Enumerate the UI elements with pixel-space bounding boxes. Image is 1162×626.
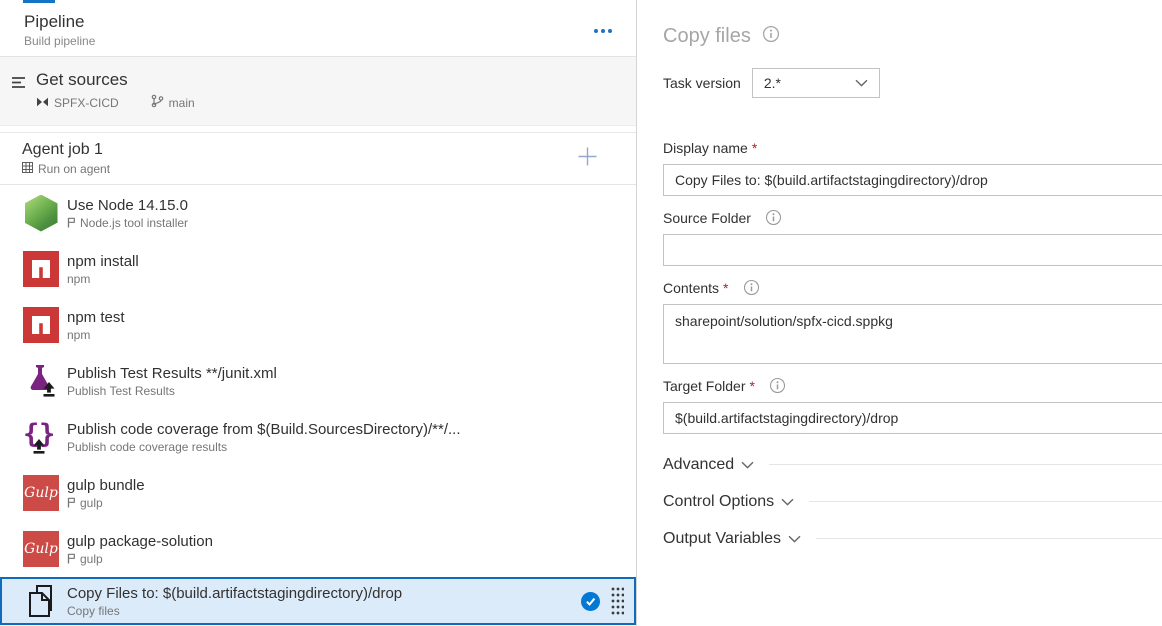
section-divider bbox=[809, 501, 1162, 502]
task-version-value: 2.* bbox=[764, 75, 781, 91]
task-row-npm-test[interactable]: npm test npm bbox=[0, 297, 636, 353]
display-name-label: Display name bbox=[663, 140, 748, 156]
flag-icon bbox=[67, 553, 76, 564]
pipeline-title: Pipeline bbox=[24, 12, 636, 32]
task-row-copy-files[interactable]: Copy Files to: $(build.artifactstagingdi… bbox=[0, 577, 636, 625]
agent-job-subtitle: Run on agent bbox=[38, 162, 110, 176]
pipeline-header: Pipeline Build pipeline bbox=[0, 0, 636, 57]
more-options-button[interactable] bbox=[592, 27, 614, 35]
add-task-button[interactable] bbox=[575, 144, 600, 174]
source-folder-label: Source Folder bbox=[663, 210, 751, 226]
pipeline-subtitle: Build pipeline bbox=[24, 34, 636, 48]
drag-handle[interactable] bbox=[611, 587, 624, 615]
selected-check-icon[interactable] bbox=[581, 592, 600, 611]
code-coverage-icon: {} bbox=[22, 417, 60, 457]
task-row-use-node[interactable]: Use Node 14.15.0 Node.js tool installer bbox=[0, 185, 636, 241]
task-subtitle: gulp bbox=[80, 552, 103, 566]
branch-icon bbox=[151, 94, 164, 111]
section-divider bbox=[816, 538, 1162, 539]
task-title: npm test bbox=[67, 309, 125, 326]
task-row-npm-install[interactable]: npm install npm bbox=[0, 241, 636, 297]
task-row-gulp-bundle[interactable]: Gulp gulp bundle gulp bbox=[0, 465, 636, 521]
info-icon[interactable] bbox=[769, 377, 786, 394]
task-subtitle: gulp bbox=[80, 496, 103, 510]
chevron-down-icon bbox=[855, 79, 868, 87]
tasks-list-icon bbox=[10, 75, 27, 125]
npm-icon bbox=[23, 251, 59, 287]
chevron-down-icon bbox=[781, 498, 794, 506]
task-row-publish-code-coverage[interactable]: {} Publish code coverage from $(Build.So… bbox=[0, 409, 636, 465]
display-name-input[interactable] bbox=[663, 164, 1162, 196]
section-control-options[interactable]: Control Options bbox=[663, 491, 1162, 512]
task-title: Copy Files to: $(build.artifactstagingdi… bbox=[67, 585, 402, 602]
nodejs-icon bbox=[25, 195, 58, 232]
info-icon[interactable] bbox=[765, 209, 782, 226]
chevron-down-icon bbox=[788, 535, 801, 543]
task-title: Use Node 14.15.0 bbox=[67, 197, 188, 214]
task-title: gulp package-solution bbox=[67, 533, 213, 550]
task-list: Use Node 14.15.0 Node.js tool installer … bbox=[0, 185, 636, 625]
section-output-variables[interactable]: Output Variables bbox=[663, 528, 1162, 549]
section-label: Control Options bbox=[663, 493, 774, 511]
section-divider bbox=[769, 464, 1162, 465]
task-subtitle: Publish code coverage results bbox=[67, 440, 227, 454]
task-subtitle: Publish Test Results bbox=[67, 384, 175, 398]
task-row-gulp-package-solution[interactable]: Gulp gulp package-solution gulp bbox=[0, 521, 636, 577]
task-title: Publish Test Results **/junit.xml bbox=[67, 365, 277, 382]
task-subtitle: Node.js tool installer bbox=[80, 216, 188, 230]
required-asterisk: * bbox=[723, 280, 728, 296]
npm-icon bbox=[23, 307, 59, 343]
task-title: npm install bbox=[67, 253, 139, 270]
task-row-publish-test-results[interactable]: Publish Test Results **/junit.xml Publis… bbox=[0, 353, 636, 409]
publish-test-results-icon bbox=[22, 361, 60, 401]
gulp-icon: Gulp bbox=[23, 531, 59, 567]
pipeline-panel: Pipeline Build pipeline Get sources SPFX… bbox=[0, 0, 637, 626]
target-folder-input[interactable] bbox=[663, 402, 1162, 434]
task-version-select[interactable]: 2.* bbox=[752, 68, 880, 98]
contents-label: Contents bbox=[663, 280, 719, 296]
gulp-icon: Gulp bbox=[23, 475, 59, 511]
ellipsis-icon bbox=[594, 29, 598, 33]
target-folder-label: Target Folder bbox=[663, 378, 745, 394]
source-folder-input[interactable] bbox=[663, 234, 1162, 266]
task-settings-panel: Copy files Task version 2.* Display name… bbox=[638, 0, 1162, 626]
panel-title: Copy files bbox=[663, 25, 751, 48]
agent-job-row[interactable]: Agent job 1 Run on agent bbox=[0, 132, 636, 185]
section-label: Output Variables bbox=[663, 530, 781, 548]
branch-name: main bbox=[169, 96, 195, 110]
plus-icon bbox=[577, 146, 598, 167]
agent-job-title: Agent job 1 bbox=[22, 141, 636, 159]
repo-name: SPFX-CICD bbox=[54, 96, 119, 110]
required-asterisk: * bbox=[752, 140, 757, 156]
section-label: Advanced bbox=[663, 456, 734, 474]
task-title: Publish code coverage from $(Build.Sourc… bbox=[67, 421, 461, 438]
azure-repos-icon bbox=[36, 96, 49, 110]
agent-grid-icon bbox=[22, 162, 33, 176]
copy-files-icon bbox=[22, 581, 60, 621]
flag-icon bbox=[67, 217, 76, 228]
task-subtitle: npm bbox=[67, 328, 90, 342]
task-subtitle: Copy files bbox=[67, 604, 120, 618]
required-asterisk: * bbox=[749, 378, 754, 394]
chevron-down-icon bbox=[741, 461, 754, 469]
get-sources-title: Get sources bbox=[36, 70, 195, 90]
flag-icon bbox=[67, 497, 76, 508]
info-icon[interactable] bbox=[762, 25, 780, 48]
section-advanced[interactable]: Advanced bbox=[663, 454, 1162, 475]
task-subtitle: npm bbox=[67, 272, 90, 286]
info-icon[interactable] bbox=[743, 279, 760, 296]
contents-textarea[interactable]: sharepoint/solution/spfx-cicd.sppkg bbox=[663, 304, 1162, 364]
task-title: gulp bundle bbox=[67, 477, 145, 494]
task-version-label: Task version bbox=[663, 75, 741, 91]
get-sources-row[interactable]: Get sources SPFX-CICD main bbox=[0, 57, 636, 126]
